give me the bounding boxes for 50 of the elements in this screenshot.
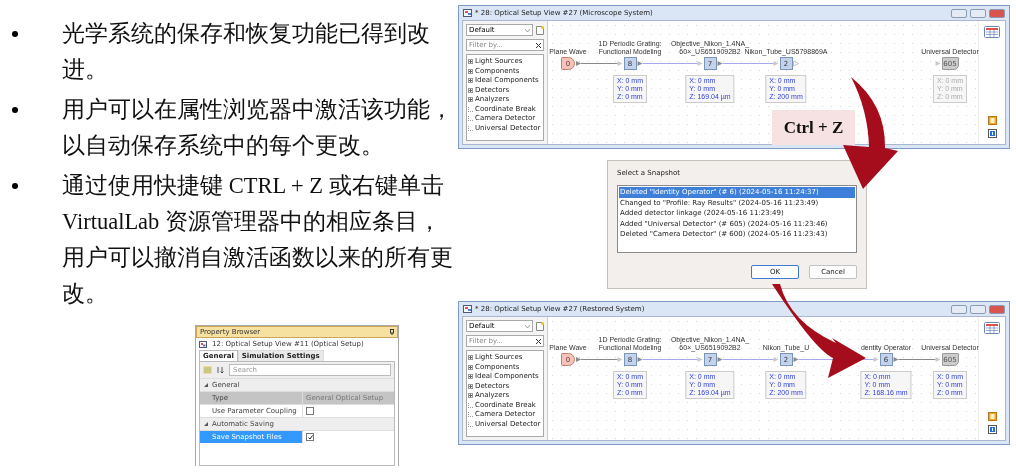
port-icon (773, 357, 779, 362)
caret-icon (525, 324, 530, 328)
new-document-icon[interactable] (536, 25, 544, 35)
shortcut-label: Ctrl + Z (772, 110, 855, 145)
connector-line (580, 62, 619, 65)
checkbox[interactable] (306, 433, 314, 441)
table-icon[interactable] (984, 322, 1000, 334)
bullet-icon (12, 183, 18, 189)
pin-icon[interactable] (390, 329, 394, 335)
collapse-icon[interactable] (204, 383, 208, 387)
port-icon (617, 61, 623, 66)
port-icon (773, 61, 779, 66)
sort-icon[interactable] (216, 366, 225, 374)
bullet-text: 通过使用快捷键 CTRL + Z 或右键单击 VirtualLab 资源管理器中的相应条目，用户可以撤消自激活函数以来的所有更改。 (62, 172, 454, 308)
info-icon[interactable] (987, 425, 997, 434)
connector-line (641, 62, 699, 65)
checkbox[interactable] (306, 407, 314, 415)
connector-line (641, 358, 699, 361)
app-icon (199, 340, 207, 348)
close-button[interactable] (989, 304, 1005, 314)
clear-icon[interactable] (536, 42, 541, 48)
close-button[interactable] (989, 8, 1005, 18)
caret-icon (525, 28, 530, 32)
app-icon (463, 305, 472, 313)
port-icon (935, 357, 941, 362)
port-icon (697, 61, 703, 66)
bullet-text: 用户可以在属性浏览器中激活该功能，以自动保存系统中的每个更改。 (62, 96, 454, 160)
minimize-button[interactable] (951, 304, 967, 314)
port-icon (935, 61, 941, 66)
maximize-button[interactable] (970, 304, 986, 314)
bullet-text: 光学系统的保存和恢复功能已得到改进。 (62, 20, 431, 84)
table-icon[interactable] (984, 26, 1000, 38)
connector-line (897, 358, 937, 361)
connector-line (721, 358, 775, 361)
bullet-icon (12, 31, 18, 37)
clear-icon[interactable] (536, 338, 541, 344)
collapse-icon[interactable] (204, 422, 208, 426)
port-icon (873, 357, 879, 362)
maximize-button[interactable] (970, 8, 986, 18)
new-document-icon[interactable] (536, 321, 544, 331)
info-icon[interactable] (987, 129, 997, 138)
port-icon (617, 357, 623, 362)
port-icon (697, 357, 703, 362)
minimize-button[interactable] (951, 8, 967, 18)
connector-line (580, 358, 619, 361)
app-icon (463, 9, 472, 17)
document-icon[interactable] (987, 412, 997, 421)
connector-line (721, 62, 775, 65)
bullet-icon (12, 107, 18, 113)
document-icon[interactable] (987, 116, 997, 125)
